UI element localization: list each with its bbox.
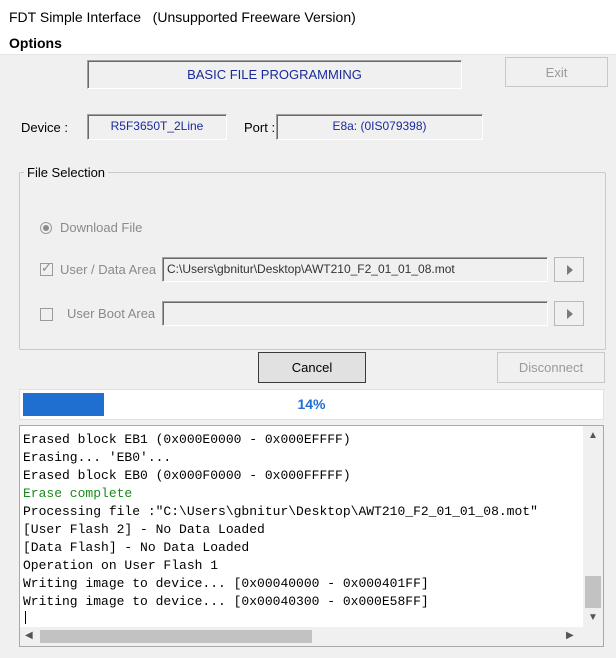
device-label: Device : [21,120,68,135]
log-line: Erased block EB0 (0x000F0000 - 0x000FFFF… [23,468,351,483]
user-data-path: C:\Users\gbnitur\Desktop\AWT210_F2_01_01… [167,262,455,276]
vertical-scrollbar[interactable]: ▲ ▼ [583,426,603,628]
log-line: [User Flash 2] - No Data Loaded [23,522,265,537]
user-data-area-label: User / Data Area [60,262,157,277]
file-selection-title: File Selection [24,165,109,180]
progress-bar: 14% [19,389,604,420]
download-file-radio[interactable] [40,222,52,234]
port-value: E8a: (0IS079398) [332,119,427,133]
mode-banner: BASIC FILE PROGRAMMING [87,60,462,89]
exit-label: Exit [545,65,568,80]
user-boot-area-label: User Boot Area [67,306,156,321]
menu-bar: Options [0,32,616,55]
user-data-path-field[interactable]: C:\Users\gbnitur\Desktop\AWT210_F2_01_01… [162,257,548,282]
horizontal-scroll-thumb[interactable] [40,630,312,643]
play-arrow-icon [567,309,573,319]
cancel-button[interactable]: Cancel [258,352,366,383]
log-line: Writing image to device... [0x00040000 -… [23,576,429,591]
log-lines: Erased block EB1 (0x000E0000 - 0x000EFFF… [23,431,538,611]
log-line: Operation on User Flash 1 [23,558,219,573]
user-data-area-checkbox[interactable]: ✓ [40,260,53,276]
window-title: FDT Simple Interface (Unsupported Freewa… [9,9,356,25]
scrollbar-corner [583,627,603,646]
horizontal-scrollbar[interactable]: ◀ ▶ [20,627,583,646]
user-data-browse-button[interactable] [554,257,584,282]
download-file-label: Download File [60,220,143,235]
log-output[interactable]: Erased block EB1 (0x000E0000 - 0x000EFFF… [19,425,604,647]
vertical-scroll-thumb[interactable] [585,576,601,608]
exit-button[interactable]: Exit [505,57,608,87]
play-arrow-icon [567,265,573,275]
cancel-label: Cancel [291,360,333,375]
log-line: Processing file :"C:\Users\gbnitur\Deskt… [23,504,538,519]
chevron-up-icon[interactable]: ▲ [588,430,598,441]
chevron-left-icon[interactable]: ◀ [25,630,33,641]
user-boot-area-checkbox[interactable] [40,308,53,321]
user-boot-browse-button[interactable] [554,301,584,326]
disconnect-label: Disconnect [518,360,584,375]
log-line: Erased block EB1 (0x000E0000 - 0x000EFFF… [23,432,351,447]
log-line: Writing image to device... [0x00040300 -… [23,594,429,609]
chevron-down-icon[interactable]: ▼ [588,612,598,623]
progress-percent: 14% [297,396,326,412]
mode-label: BASIC FILE PROGRAMMING [187,67,362,82]
text-cursor [25,611,26,624]
chevron-right-icon[interactable]: ▶ [566,630,574,641]
port-value-box: E8a: (0IS079398) [276,114,483,140]
user-boot-path-field[interactable] [162,301,548,326]
checkmark-icon: ✓ [41,260,52,275]
title-bar: FDT Simple Interface (Unsupported Freewa… [0,0,616,32]
port-label: Port : [244,120,276,135]
log-line: Erasing... 'EB0'... [23,450,172,465]
log-line: [Data Flash] - No Data Loaded [23,540,250,555]
log-line: Erase complete [23,486,133,501]
disconnect-button[interactable]: Disconnect [497,352,605,383]
menu-options[interactable]: Options [9,35,62,51]
device-value-box: R5F3650T_2Line [87,114,227,140]
device-value: R5F3650T_2Line [110,119,204,133]
